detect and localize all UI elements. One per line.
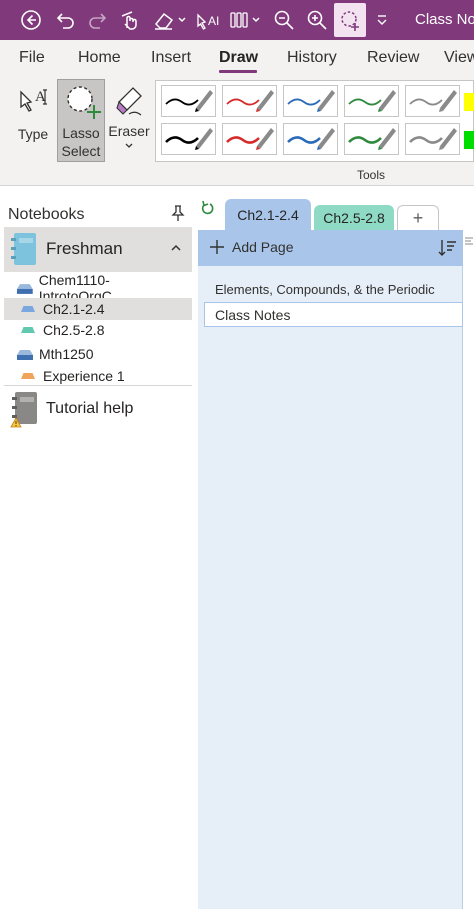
lasso-label-line1: Lasso [62, 125, 100, 141]
tab-view[interactable]: View [444, 49, 474, 67]
page-list: Add Page Elements, Compounds, & the Peri… [198, 230, 463, 909]
page-list-header: Add Page [198, 230, 463, 266]
eraser-button[interactable]: Eraser [108, 82, 150, 150]
ink-to-text-icon[interactable]: AI [195, 5, 223, 35]
tab-draw[interactable]: Draw [219, 49, 258, 67]
pen-black[interactable] [161, 85, 216, 117]
notebook-divider [4, 385, 192, 386]
customize-toolbar-icon[interactable] [372, 5, 392, 35]
section-group-chem[interactable]: Chem1110-IntrotoOrgC... [4, 272, 192, 304]
pen-gray[interactable] [405, 85, 460, 117]
section-label: Ch2.5-2.8 [43, 322, 105, 338]
pin-icon[interactable] [170, 204, 186, 227]
tools-group-label: Tools [357, 168, 386, 182]
type-label: Type [17, 126, 49, 142]
section-group-mth1250[interactable]: Mth1250 [4, 343, 192, 365]
notebook-icon [10, 392, 37, 428]
eraser-dropdown-icon[interactable] [151, 5, 189, 35]
chevron-up-icon[interactable] [170, 243, 182, 253]
redo-icon[interactable] [85, 5, 111, 35]
page-item[interactable]: Class Notes [204, 302, 463, 327]
add-page-label: Add Page [232, 239, 294, 255]
notebook-tutorial-help[interactable]: Tutorial help [4, 389, 192, 429]
lasso-icon [67, 86, 101, 119]
undo-icon[interactable] [52, 5, 78, 35]
svg-text:AI: AI [208, 14, 219, 28]
pen-blue[interactable] [283, 85, 338, 117]
section-ch2-5-2-8[interactable]: Ch2.5-2.8 [4, 319, 192, 341]
document-title: Class Not [415, 11, 474, 28]
lasso-select-button[interactable]: Lasso Select [57, 79, 105, 162]
tab-file[interactable]: File [19, 49, 45, 67]
pen-red[interactable] [222, 85, 277, 117]
zoom-out-icon[interactable] [271, 5, 297, 35]
current-notebook-name: Freshman [46, 239, 123, 258]
eraser-icon [116, 87, 142, 116]
title-bar: AI Class Not [0, 0, 474, 40]
tab-insert[interactable]: Insert [151, 49, 191, 67]
notebook-name: Tutorial help [46, 400, 134, 417]
ribbon-draw-panel: A Type Lasso Select Eraser Tools [0, 76, 474, 186]
ribbon-tabs: File Home Insert Draw History Review Vie… [0, 40, 474, 76]
add-page-button[interactable]: Add Page [208, 238, 294, 256]
current-notebook[interactable]: Freshman [4, 227, 192, 272]
lasso-select-icon[interactable] [334, 3, 366, 37]
pen-set-icon[interactable] [227, 5, 265, 35]
section-group-icon [16, 284, 33, 294]
notebooks-header: Notebooks [8, 206, 85, 223]
section-ch2-1-2-4[interactable]: Ch2.1-2.4 [4, 298, 192, 320]
section-label: Experience 1 [43, 368, 125, 384]
zoom-in-icon[interactable] [304, 5, 330, 35]
add-section-button[interactable]: + [397, 205, 439, 230]
notebook-icon [11, 233, 36, 265]
section-tabs: Ch2.1-2.4 Ch2.5-2.8 + [196, 196, 474, 230]
section-tab-active[interactable]: Ch2.1-2.4 [225, 199, 311, 230]
section-title: Elements, Compounds, & the Periodic [215, 282, 435, 297]
sync-icon[interactable] [200, 200, 214, 216]
chevron-down-icon [125, 143, 133, 148]
section-icon [21, 327, 35, 333]
notebooks-pane: Notebooks Freshman Chem1110-IntrotoOrgC.… [0, 196, 196, 909]
active-tab-indicator [219, 70, 257, 73]
highlighter-yellow[interactable] [464, 93, 474, 111]
page-canvas-icon [465, 237, 473, 245]
pen-blue-thick[interactable] [283, 123, 338, 155]
type-icon: A [20, 89, 47, 112]
back-icon[interactable] [18, 5, 44, 35]
canvas-edge [463, 230, 474, 909]
section-experience-1[interactable]: Experience 1 [4, 365, 192, 387]
pen-gallery [155, 80, 474, 162]
lasso-label-line2: Select [61, 143, 101, 159]
pen-black-thick[interactable] [161, 123, 216, 155]
pen-green-thick[interactable] [344, 123, 399, 155]
tab-home[interactable]: Home [78, 49, 121, 67]
section-label: Ch2.1-2.4 [43, 301, 105, 317]
tab-review[interactable]: Review [367, 49, 419, 67]
type-button[interactable]: A Type [10, 84, 56, 142]
svg-text:A: A [35, 89, 46, 105]
plus-icon [210, 240, 224, 254]
section-tab[interactable]: Ch2.5-2.8 [314, 205, 394, 230]
highlighter-green[interactable] [464, 131, 474, 149]
eraser-label: Eraser [108, 123, 150, 139]
section-group-label: Mth1250 [39, 346, 94, 362]
sort-icon[interactable] [436, 237, 458, 259]
section-icon [21, 373, 35, 379]
section-group-icon [17, 350, 33, 360]
pen-green[interactable] [344, 85, 399, 117]
touch-draw-icon[interactable] [117, 5, 143, 35]
pen-gray-thick[interactable] [405, 123, 460, 155]
pen-red-thick[interactable] [222, 123, 277, 155]
section-icon [21, 306, 35, 312]
tab-history[interactable]: History [287, 49, 337, 67]
